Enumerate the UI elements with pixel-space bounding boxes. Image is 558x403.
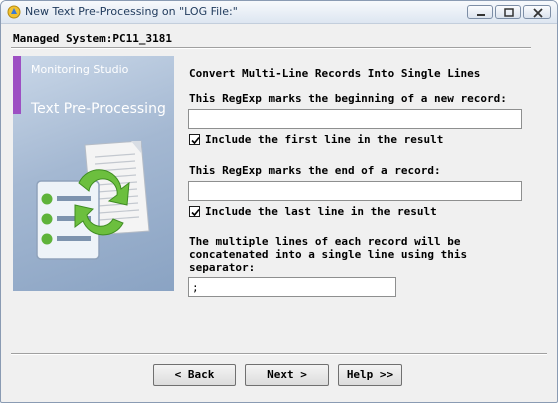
page-heading: Convert Multi-Line Records Into Single L… <box>189 67 481 80</box>
minimize-button[interactable] <box>467 5 493 19</box>
begin-regexp-input[interactable] <box>188 109 522 129</box>
separator-description-line-1: The multiple lines of each record will b… <box>189 235 461 248</box>
end-regexp-label: This RegExp marks the end of a record: <box>189 164 441 177</box>
back-button[interactable]: < Back <box>153 364 236 386</box>
include-first-line-checkbox[interactable] <box>189 134 200 145</box>
separator-description-line-2: concatenated into a single line using th… <box>189 248 468 261</box>
banner-title: Text Pre-Processing <box>31 101 166 117</box>
checkmark-icon <box>191 136 200 145</box>
close-icon <box>533 8 543 18</box>
checkmark-icon <box>191 208 200 217</box>
close-button[interactable] <box>523 5 551 19</box>
header-divider <box>11 47 531 49</box>
next-button[interactable]: Next > <box>245 364 329 386</box>
begin-regexp-label: This RegExp marks the beginning of a new… <box>189 92 507 105</box>
include-last-line-label: Include the last line in the result <box>205 205 437 218</box>
text-processing-illustration-icon <box>36 140 150 260</box>
maximize-button[interactable] <box>495 5 521 19</box>
window-title: New Text Pre-Processing on "LOG File:" <box>25 5 238 18</box>
banner-product-name: Monitoring Studio <box>31 63 129 76</box>
separator-description-line-3: separator: <box>189 261 256 274</box>
managed-system-label: Managed System:PC11_3181 <box>13 32 172 45</box>
wizard-banner: Monitoring Studio Text Pre-Processing <box>13 56 174 291</box>
app-icon <box>7 5 21 19</box>
include-last-line-checkbox[interactable] <box>189 206 200 217</box>
title-bar[interactable]: New Text Pre-Processing on "LOG File:" <box>1 1 557 24</box>
footer-divider <box>11 353 547 355</box>
include-first-line-label: Include the first line in the result <box>205 133 444 146</box>
banner-accent-stripe <box>13 56 21 114</box>
help-button[interactable]: Help >> <box>338 364 402 386</box>
maximize-icon <box>504 8 514 17</box>
separator-input[interactable] <box>188 277 396 297</box>
minimize-icon <box>477 14 485 16</box>
dialog-window: New Text Pre-Processing on "LOG File:" M… <box>0 0 558 403</box>
end-regexp-input[interactable] <box>188 181 522 201</box>
